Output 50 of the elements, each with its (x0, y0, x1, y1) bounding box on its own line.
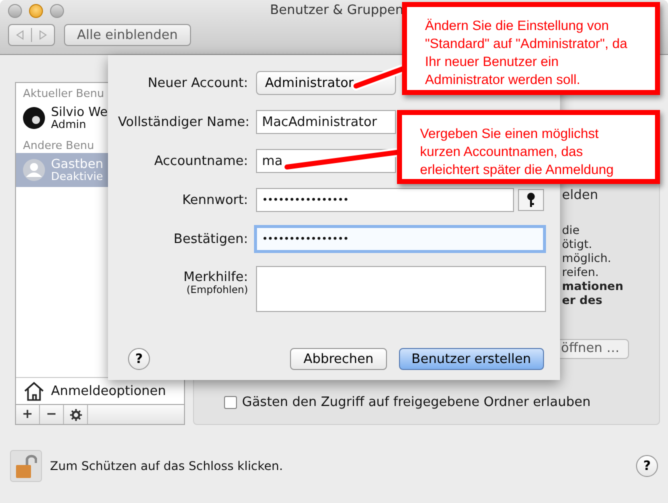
password-field[interactable]: •••••••••••••••• (256, 188, 514, 212)
password-field[interactable]: •••••••••••••••• (254, 225, 546, 253)
user-role: Deaktivie (51, 170, 104, 183)
remove-button[interactable]: − (40, 405, 64, 424)
field-label: Bestätigen: (172, 232, 248, 246)
callout-note: Ändern Sie die Einstellung von "Standard" auf "Administrator", da Ihr neuer Benutzer ein Administrator werden soll. (402, 2, 660, 95)
ball-avatar-icon (23, 107, 45, 129)
description-text: ötigt. (562, 237, 592, 251)
help-button[interactable]: ? (636, 455, 658, 477)
user-role: Admin (51, 118, 88, 131)
create-user-button[interactable]: Benutzer erstellen (398, 348, 544, 370)
checkbox[interactable] (224, 396, 237, 409)
back-arrow-icon (15, 30, 25, 40)
house-icon (23, 381, 45, 401)
callout-note: Vergeben Sie einen möglichst kurzen Accountnamen, das erleichtert später die Anmeldung (397, 110, 660, 184)
close-button[interactable] (8, 4, 22, 18)
key-icon (526, 192, 536, 208)
password-assistant-button[interactable] (518, 189, 544, 211)
help-button[interactable]: ? (128, 348, 150, 370)
gear-icon (70, 408, 82, 420)
person-avatar-icon (23, 159, 45, 181)
description-text: er des (562, 293, 602, 307)
user-name: Silvio We (51, 105, 108, 119)
text-field[interactable]: MacAdministrator (256, 110, 396, 134)
field-label: Vollständiger Name: (118, 114, 248, 130)
window-title: Benutzer & Gruppen (270, 3, 404, 18)
password-hint-field[interactable] (256, 266, 546, 312)
description-text: elden (562, 189, 598, 203)
padlock-icon (15, 453, 37, 479)
section-heading: Andere Benu (22, 138, 96, 153)
description-text: mationen (562, 279, 624, 293)
minimize-button[interactable] (29, 4, 43, 18)
user-name: Gastben (51, 157, 104, 171)
zoom-button[interactable] (50, 4, 64, 18)
description-text: reifen. (562, 265, 599, 279)
field-label: Neuer Account: (146, 76, 248, 90)
cancel-button[interactable]: Abbrechen (290, 348, 387, 370)
show-all-button[interactable]: Alle einblenden (64, 24, 191, 46)
field-label: Kennwort: (181, 192, 248, 208)
back-forward-control[interactable] (8, 24, 55, 46)
checkbox-label: Gästen den Zugriff auf freigegebene Ordner erlauben (242, 395, 591, 410)
lock-hint-text: Zum Schützen auf das Schloss klicken. (50, 459, 284, 473)
field-label: Merkhilfe: (183, 270, 248, 285)
field-sublabel: (Empfohlen) (186, 285, 248, 296)
forward-arrow-icon (38, 30, 48, 40)
lock-button[interactable] (10, 450, 42, 482)
section-heading: Aktueller Benu (22, 86, 106, 101)
description-text: die (562, 223, 580, 237)
description-text: möglich. (562, 251, 612, 265)
add-button[interactable]: + (16, 405, 40, 424)
